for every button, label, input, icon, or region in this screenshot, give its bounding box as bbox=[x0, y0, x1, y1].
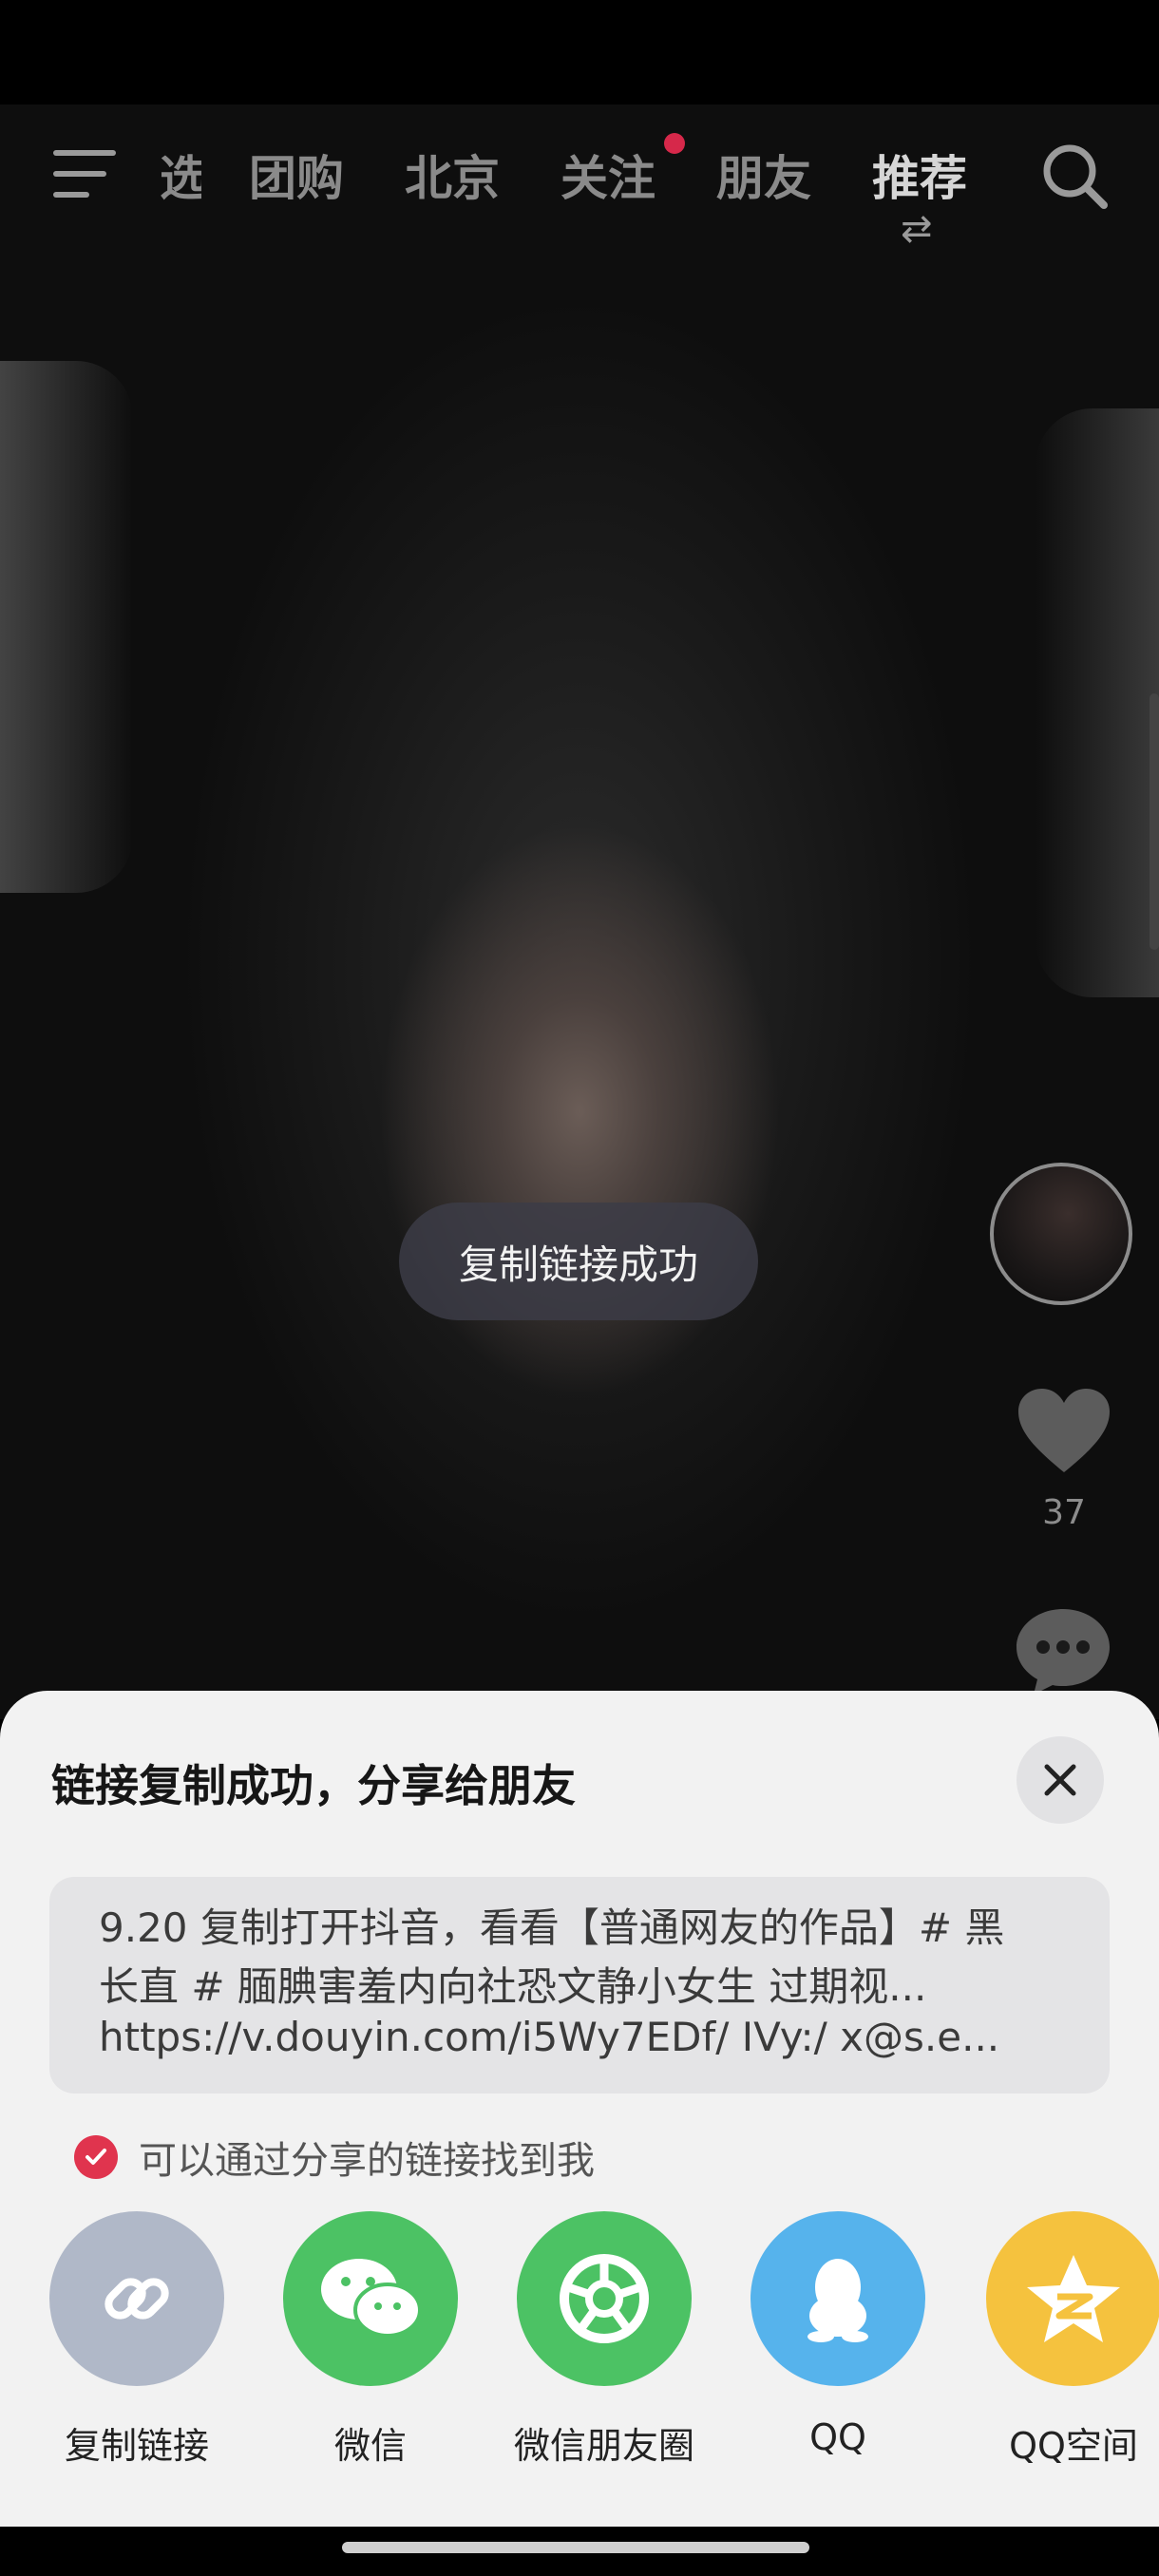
share-copy-link[interactable]: 复制链接 bbox=[49, 2211, 224, 2467]
share-wechat[interactable]: 微信 bbox=[283, 2211, 458, 2467]
link-text-line: https://v.douyin.com/i5Wy7EDf/ IVy:/ x@s… bbox=[99, 2014, 1000, 2060]
link-text-line: 长直 # 腼腆害羞内向社恐文静小女生 过期视... bbox=[99, 1963, 927, 2010]
sheet-title: 链接复制成功，分享给朋友 bbox=[51, 1760, 576, 1811]
top-nav: 选 团购 北京 关注 朋友 推荐 ⇄ bbox=[0, 133, 1159, 251]
share-label: 复制链接 bbox=[64, 2425, 209, 2467]
video-player[interactable] bbox=[0, 104, 1159, 1719]
scroll-indicator bbox=[1150, 693, 1159, 950]
share-label: 微信朋友圈 bbox=[513, 2425, 694, 2467]
swap-icon[interactable]: ⇄ bbox=[901, 207, 933, 251]
search-icon[interactable] bbox=[1039, 141, 1110, 211]
moments-icon bbox=[517, 2211, 692, 2386]
share-qq[interactable]: QQ bbox=[750, 2211, 925, 2458]
link-text-line: 9.20 复制打开抖音，看看【普通网友的作品】# 黑 bbox=[99, 1904, 1005, 1951]
share-label: 微信 bbox=[333, 2425, 407, 2467]
share-wechat-moments[interactable]: 微信朋友圈 bbox=[514, 2211, 694, 2467]
like-count: 37 bbox=[1042, 1493, 1086, 1532]
tab-friends[interactable]: 朋友 bbox=[716, 141, 811, 209]
close-button[interactable] bbox=[1016, 1736, 1104, 1824]
toast-copy-success: 复制链接成功 bbox=[399, 1203, 758, 1320]
qq-icon bbox=[750, 2211, 925, 2386]
tab-groupbuy[interactable]: 团购 bbox=[249, 141, 344, 209]
close-icon bbox=[1044, 1764, 1076, 1796]
share-sheet: 链接复制成功，分享给朋友 9.20 复制打开抖音，看看【普通网友的作品】# 黑 … bbox=[0, 1691, 1159, 2527]
share-qzone[interactable]: QQ空间 bbox=[986, 2211, 1159, 2467]
link-icon bbox=[49, 2211, 224, 2386]
share-link-text[interactable]: 9.20 复制打开抖音，看看【普通网友的作品】# 黑 长直 # 腼腆害羞内向社恐… bbox=[49, 1877, 1110, 2093]
like-heart-icon[interactable] bbox=[1015, 1385, 1113, 1476]
share-label: QQ空间 bbox=[1009, 2425, 1138, 2467]
share-label: QQ bbox=[809, 2416, 866, 2458]
notification-dot bbox=[664, 133, 685, 154]
video-frame-detail bbox=[1036, 408, 1159, 997]
menu-icon[interactable] bbox=[53, 148, 116, 199]
tab-recommend[interactable]: 推荐 bbox=[872, 141, 967, 209]
home-indicator[interactable] bbox=[342, 2542, 809, 2553]
wechat-icon bbox=[283, 2211, 458, 2386]
qzone-icon bbox=[986, 2211, 1159, 2386]
tab-following[interactable]: 关注 bbox=[560, 141, 656, 209]
tab-city[interactable]: 北京 bbox=[405, 141, 500, 209]
tab-partial[interactable]: 选 bbox=[160, 141, 201, 209]
comment-icon[interactable] bbox=[1013, 1605, 1113, 1696]
author-avatar[interactable] bbox=[990, 1163, 1132, 1305]
checkbox-label: 可以通过分享的链接找到我 bbox=[139, 2139, 595, 2183]
video-frame-detail bbox=[0, 361, 133, 893]
findable-checkbox[interactable]: 可以通过分享的链接找到我 bbox=[74, 2133, 595, 2183]
checkbox-checked-icon[interactable] bbox=[74, 2135, 118, 2179]
